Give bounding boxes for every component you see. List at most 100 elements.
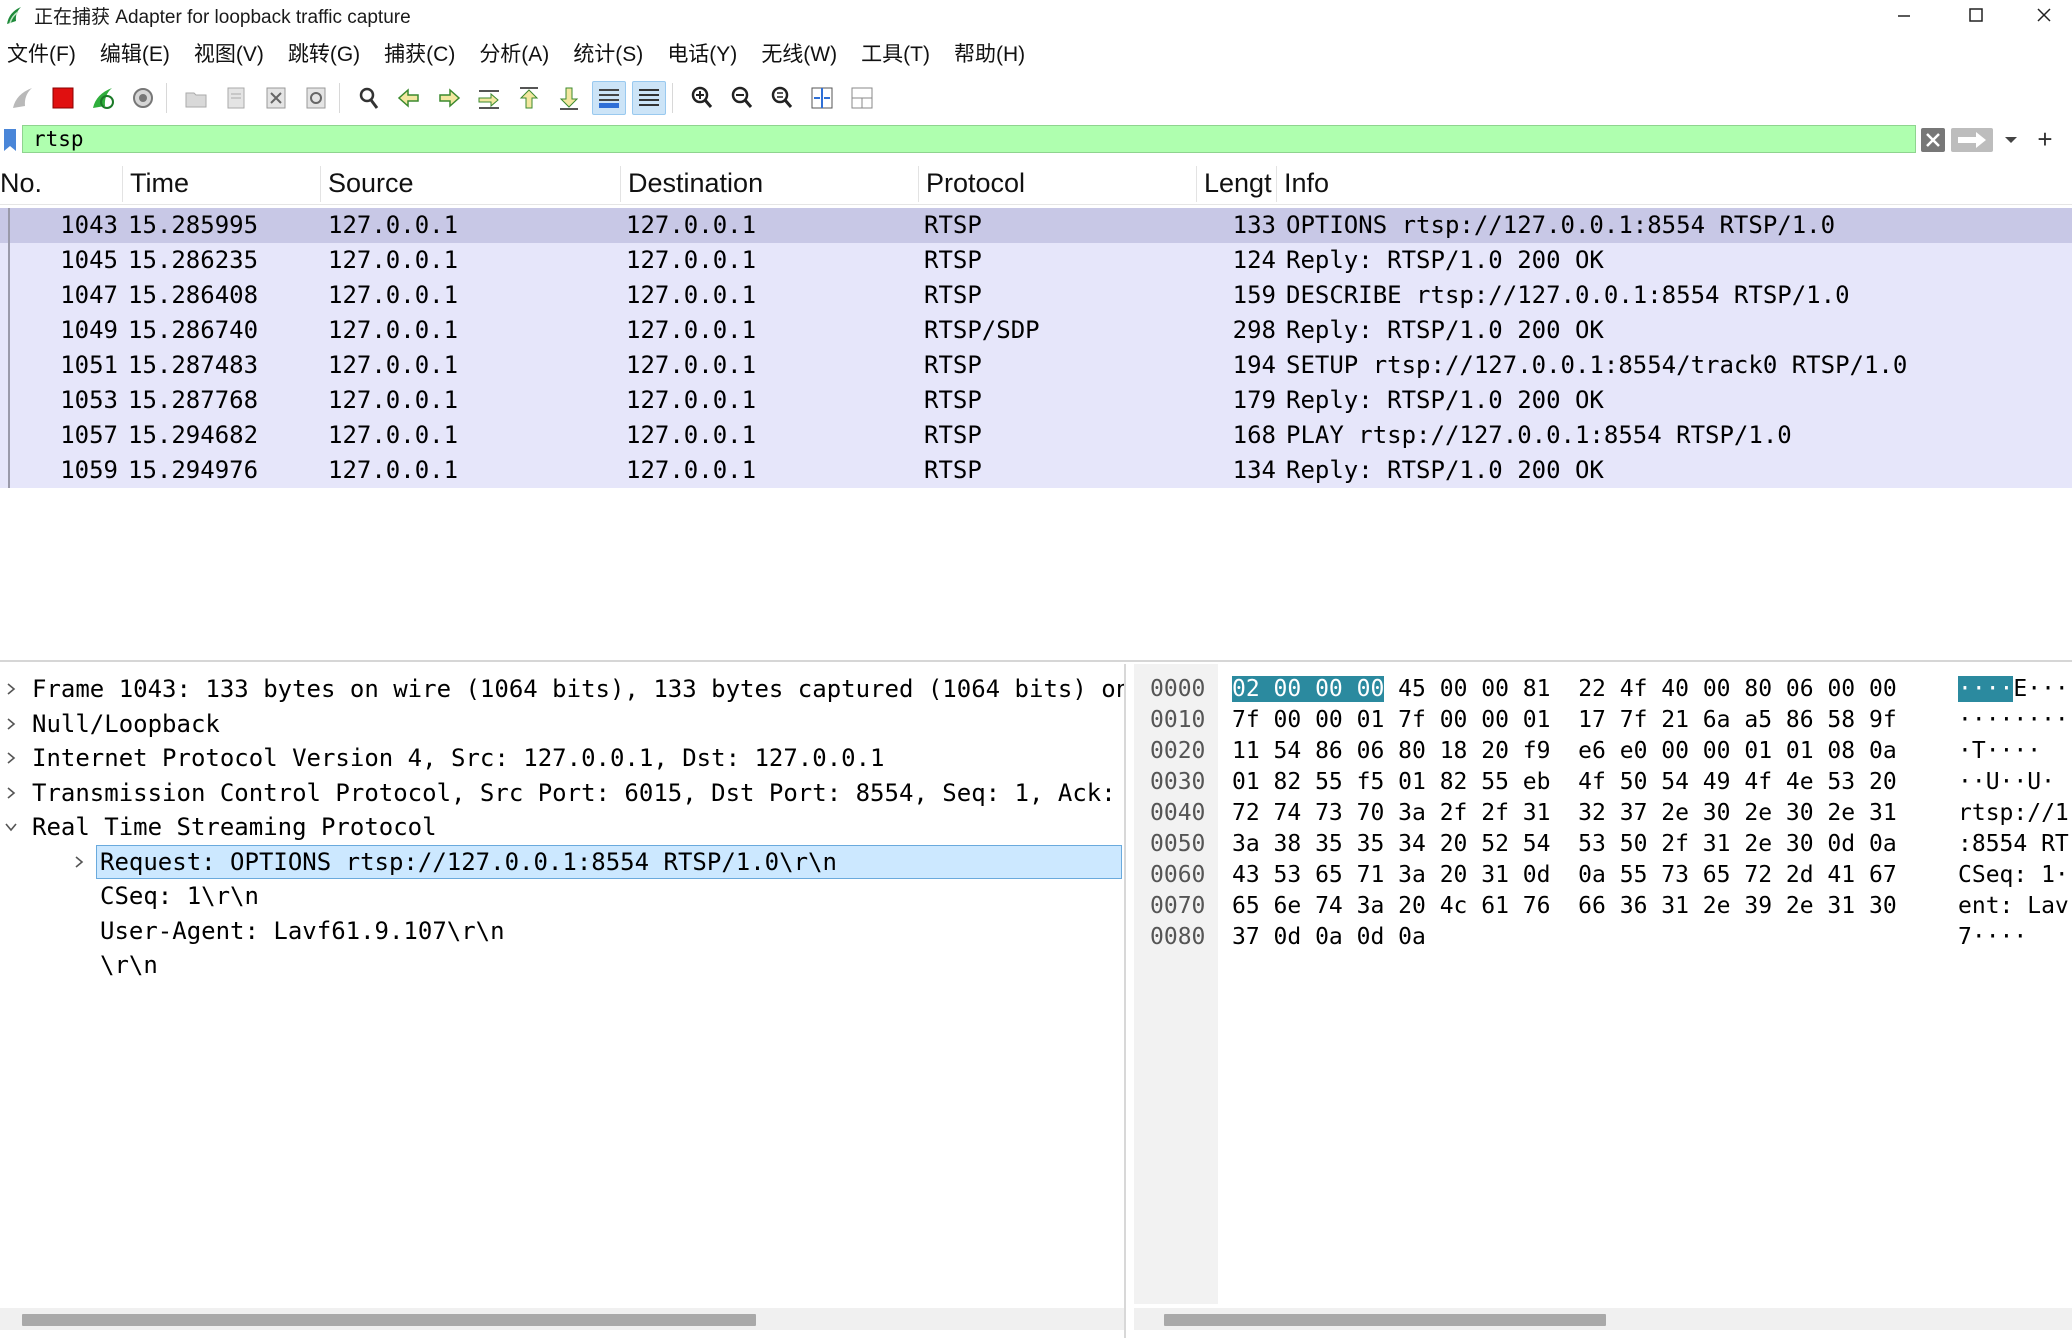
zoom-in-button[interactable] bbox=[685, 81, 719, 115]
hex-bytes[interactable]: 72 74 73 70 3a 2f 2f 31 32 37 2e 30 2e 3… bbox=[1232, 798, 1897, 829]
col-header-destination[interactable]: Destination bbox=[622, 162, 918, 204]
clear-filter-icon[interactable] bbox=[1920, 127, 1946, 153]
column-divider[interactable] bbox=[620, 166, 621, 202]
hex-bytes[interactable]: 3a 38 35 35 34 20 52 54 53 50 2f 31 2e 3… bbox=[1232, 829, 1897, 860]
ascii-bytes[interactable]: 7···· bbox=[1958, 922, 2027, 953]
col-header-source[interactable]: Source bbox=[322, 162, 620, 204]
hex-bytes[interactable]: 7f 00 00 01 7f 00 00 01 17 7f 21 6a a5 8… bbox=[1232, 705, 1897, 736]
capture-options-button[interactable] bbox=[126, 81, 160, 115]
menu-wireless[interactable]: 无线(W) bbox=[754, 38, 850, 68]
ascii-bytes[interactable]: rtsp://1 bbox=[1958, 798, 2069, 829]
go-forward-button[interactable] bbox=[432, 81, 466, 115]
highlighted-ascii[interactable]: ···· bbox=[1958, 676, 2014, 702]
detail-tree-row[interactable]: Transmission Control Protocol, Src Port:… bbox=[0, 776, 1122, 810]
menu-help[interactable]: 帮助(H) bbox=[947, 38, 1038, 68]
col-header-length[interactable]: Lengt bbox=[1198, 162, 1276, 204]
chevron-right-icon[interactable] bbox=[2, 672, 20, 706]
detail-tree-row[interactable]: Frame 1043: 133 bytes on wire (1064 bits… bbox=[0, 672, 1124, 706]
column-divider[interactable] bbox=[1276, 166, 1277, 202]
open-file-button[interactable] bbox=[179, 81, 213, 115]
chevron-down-icon[interactable] bbox=[1998, 127, 2024, 153]
packet-row[interactable]: 1051 15.287483 127.0.0.1 127.0.0.1 RTSP 194 SE… bbox=[0, 348, 2072, 383]
ascii-bytes[interactable]: CSeq: 1· bbox=[1958, 860, 2069, 891]
menu-statistics[interactable]: 统计(S) bbox=[566, 38, 656, 68]
ascii-bytes[interactable]: ··U··U· bbox=[1958, 767, 2055, 798]
detail-tree-row[interactable]: Internet Protocol Version 4, Src: 127.0.… bbox=[0, 741, 1122, 775]
chevron-right-icon[interactable] bbox=[70, 845, 88, 879]
detail-tree-row[interactable]: \r\n bbox=[0, 948, 1122, 982]
maximize-button[interactable] bbox=[1944, 0, 2008, 30]
go-first-button[interactable] bbox=[512, 81, 546, 115]
go-last-button[interactable] bbox=[552, 81, 586, 115]
stop-capture-button[interactable] bbox=[46, 81, 80, 115]
menu-edit[interactable]: 编辑(E) bbox=[93, 38, 183, 68]
menu-go[interactable]: 跳转(G) bbox=[281, 38, 373, 68]
hex-bytes[interactable]: 43 53 65 71 3a 20 31 0d 0a 55 73 65 72 2… bbox=[1232, 860, 1897, 891]
restart-capture-button[interactable] bbox=[86, 81, 120, 115]
menu-view[interactable]: 视图(V) bbox=[187, 38, 277, 68]
details-horizontal-scrollbar[interactable] bbox=[0, 1308, 1124, 1330]
go-to-packet-button[interactable] bbox=[472, 81, 506, 115]
detail-tree-row[interactable]: Real Time Streaming Protocol bbox=[0, 810, 1122, 844]
hex-bytes[interactable]: 37 0d 0a 0d 0a bbox=[1232, 922, 1426, 953]
close-window-button[interactable] bbox=[2012, 0, 2072, 30]
col-header-protocol[interactable]: Protocol bbox=[920, 162, 1196, 204]
menu-tools[interactable]: 工具(T) bbox=[854, 38, 943, 68]
start-capture-button[interactable] bbox=[6, 81, 40, 115]
highlighted-bytes[interactable]: 02 00 00 00 bbox=[1232, 676, 1385, 702]
display-filter-input[interactable]: rtsp bbox=[22, 125, 1916, 153]
colorize-button[interactable] bbox=[632, 81, 666, 115]
ascii-bytes[interactable]: :8554 RT bbox=[1958, 829, 2069, 860]
hex-bytes[interactable]: 02 00 00 00 45 00 00 81 22 4f 40 00 80 0… bbox=[1232, 674, 1897, 705]
packet-row[interactable]: 1045 15.286235 127.0.0.1 127.0.0.1 RTSP 124 Re… bbox=[0, 243, 2072, 278]
packet-row[interactable]: 1049 15.286740 127.0.0.1 127.0.0.1 RTSP/SDP 2… bbox=[0, 313, 2072, 348]
bytes-horizontal-scrollbar[interactable] bbox=[1134, 1308, 2072, 1330]
layout-button[interactable] bbox=[845, 81, 879, 115]
resize-columns-button[interactable] bbox=[805, 81, 839, 115]
packet-row[interactable]: 1047 15.286408 127.0.0.1 127.0.0.1 RTSP 159 DE… bbox=[0, 278, 2072, 313]
packet-row[interactable]: 1043 15.285995 127.0.0.1 127.0.0.1 RTSP 133 OP… bbox=[0, 208, 2072, 243]
column-divider[interactable] bbox=[320, 166, 321, 202]
detail-tree-row[interactable]: Request: OPTIONS rtsp://127.0.0.1:8554 R… bbox=[0, 844, 1122, 879]
detail-tree-row[interactable]: CSeq: 1\r\n bbox=[0, 879, 1122, 913]
column-divider[interactable] bbox=[918, 166, 919, 202]
ascii-bytes[interactable]: ····E··· bbox=[1958, 674, 2069, 705]
column-divider[interactable] bbox=[1196, 166, 1197, 202]
menu-telephony[interactable]: 电话(Y) bbox=[660, 38, 750, 68]
hex-bytes[interactable]: 11 54 86 06 80 18 20 f9 e6 e0 00 00 01 0… bbox=[1232, 736, 1897, 767]
pane-splitter[interactable] bbox=[0, 660, 2072, 662]
chevron-down-icon[interactable] bbox=[2, 810, 20, 844]
ascii-bytes[interactable]: ent: Lav bbox=[1958, 891, 2069, 922]
column-divider[interactable] bbox=[122, 166, 123, 202]
col-header-info[interactable]: Info bbox=[1278, 162, 2058, 204]
packet-row[interactable]: 1053 15.287768 127.0.0.1 127.0.0.1 RTSP 179 Re… bbox=[0, 383, 2072, 418]
hex-bytes[interactable]: 01 82 55 f5 01 82 55 eb 4f 50 54 49 4f 4… bbox=[1232, 767, 1897, 798]
menu-file[interactable]: 文件(F) bbox=[0, 38, 89, 68]
chevron-right-icon[interactable] bbox=[2, 707, 20, 741]
packet-row[interactable]: 1059 15.294976 127.0.0.1 127.0.0.1 RTSP 134 Re… bbox=[0, 453, 2072, 488]
minimize-button[interactable] bbox=[1872, 0, 1936, 30]
go-back-button[interactable] bbox=[392, 81, 426, 115]
zoom-out-button[interactable] bbox=[725, 81, 759, 115]
zoom-normal-button[interactable] bbox=[765, 81, 799, 115]
menu-analyze[interactable]: 分析(A) bbox=[472, 38, 562, 68]
detail-tree-row[interactable]: User-Agent: Lavf61.9.107\r\n bbox=[0, 914, 1122, 948]
scrollbar-thumb[interactable] bbox=[22, 1314, 756, 1326]
ascii-bytes[interactable]: ·T···· bbox=[1958, 736, 2041, 767]
chevron-right-icon[interactable] bbox=[2, 741, 20, 775]
bookmark-icon[interactable] bbox=[2, 128, 18, 152]
menu-capture[interactable]: 捕获(C) bbox=[377, 38, 468, 68]
col-header-time[interactable]: Time bbox=[124, 162, 320, 204]
col-header-no[interactable]: No. bbox=[0, 162, 118, 204]
chevron-right-icon[interactable] bbox=[2, 776, 20, 810]
close-file-button[interactable] bbox=[259, 81, 293, 115]
reload-file-button[interactable] bbox=[299, 81, 333, 115]
apply-filter-icon[interactable] bbox=[1950, 127, 1994, 153]
detail-tree-row[interactable]: Null/Loopback bbox=[0, 707, 1122, 741]
hex-bytes[interactable]: 65 6e 74 3a 20 4c 61 76 66 36 31 2e 39 2… bbox=[1232, 891, 1897, 922]
auto-scroll-button[interactable] bbox=[592, 81, 626, 115]
save-file-button[interactable] bbox=[219, 81, 253, 115]
scrollbar-thumb[interactable] bbox=[1164, 1314, 1606, 1326]
packet-row[interactable]: 1057 15.294682 127.0.0.1 127.0.0.1 RTSP 168 PL… bbox=[0, 418, 2072, 453]
add-filter-button[interactable]: + bbox=[2030, 124, 2060, 154]
